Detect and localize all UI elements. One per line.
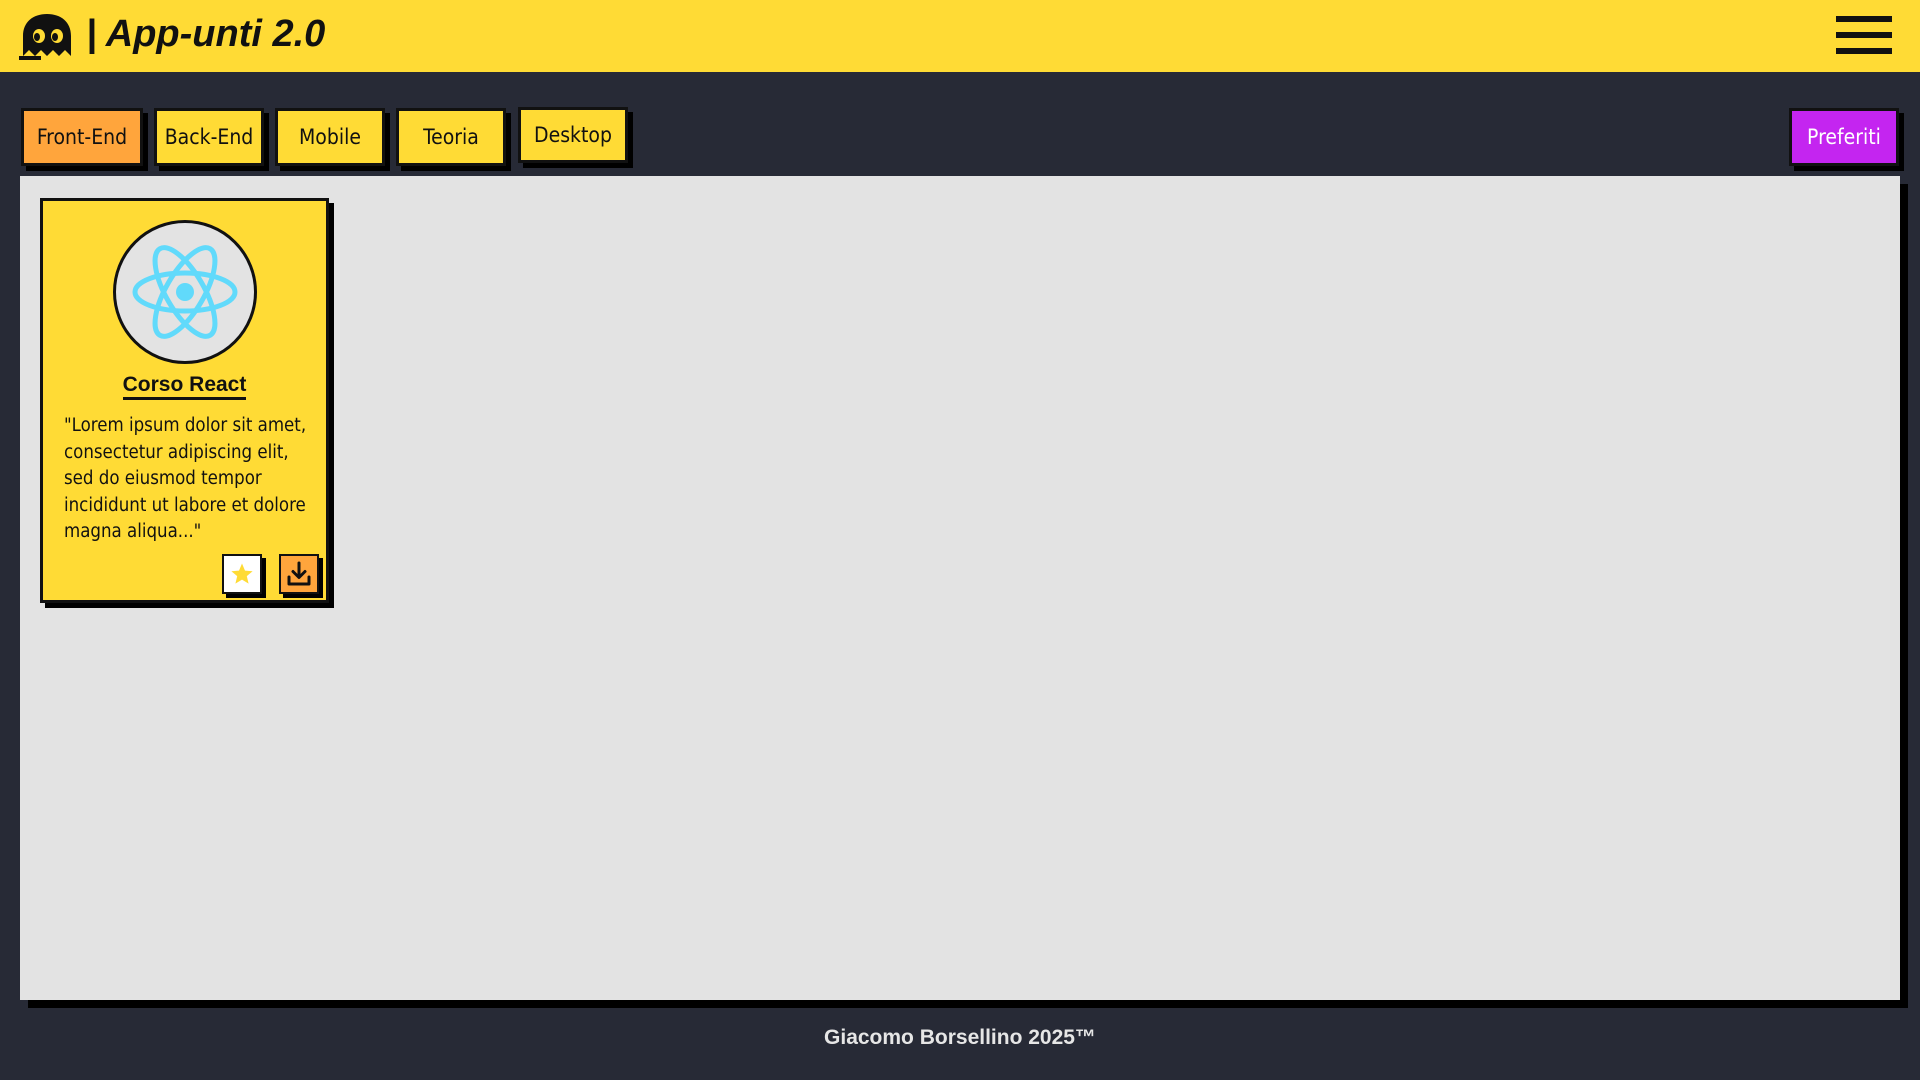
app-title: | App-unti 2.0: [86, 13, 326, 55]
card-title[interactable]: Corso React: [43, 373, 326, 400]
download-button[interactable]: [279, 554, 319, 594]
hamburger-menu-icon[interactable]: [1836, 16, 1892, 56]
footer-credit: Giacomo Borsellino 2025™: [824, 1026, 1096, 1049]
download-icon: [287, 561, 311, 586]
card-description: "Lorem ipsum dolor sit amet, consectetur…: [64, 415, 307, 542]
star-icon: [231, 563, 253, 584]
ghost-icon[interactable]: [19, 12, 77, 62]
tab-desktop[interactable]: Desktop: [518, 107, 628, 163]
favorite-button[interactable]: [222, 554, 262, 594]
course-card: Corso React "Lorem ipsum dolor sit amet,…: [40, 198, 329, 603]
favorites-button[interactable]: Preferiti: [1789, 108, 1899, 166]
tab-mobile[interactable]: Mobile: [275, 108, 385, 166]
tab-teoria[interactable]: Teoria: [396, 108, 506, 166]
card-title-text: Corso React: [122, 373, 247, 400]
react-logo-icon: [113, 220, 257, 364]
top-bar: | App-unti 2.0: [0, 0, 1920, 72]
tab-front-end[interactable]: Front-End: [21, 108, 143, 166]
tab-back-end[interactable]: Back-End: [154, 108, 264, 166]
